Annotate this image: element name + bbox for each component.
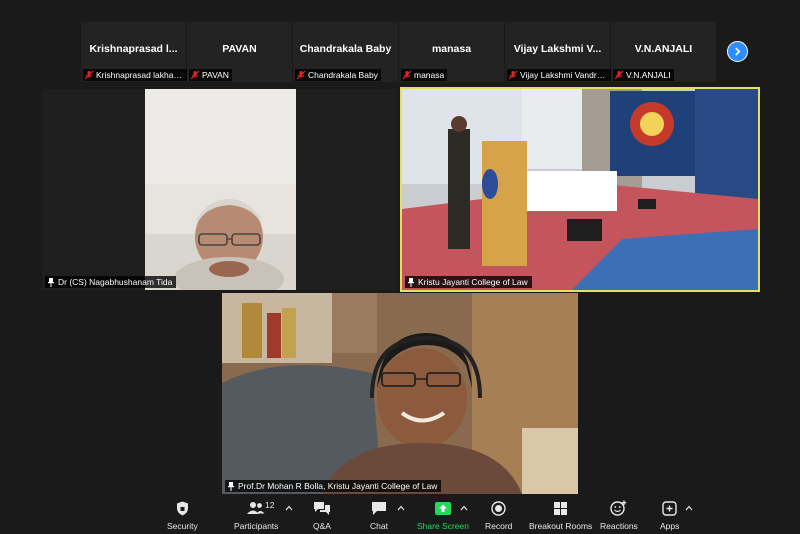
apps-label: Apps	[660, 521, 680, 531]
pin-icon	[408, 277, 414, 287]
pin-icon	[48, 277, 54, 287]
participant-name: PAVAN	[222, 43, 257, 55]
video-label-text: Dr (CS) Nagabhushanam Tida	[58, 277, 173, 287]
participant-video	[402, 89, 758, 290]
participant-tag: Krishnaprasad lakhan...	[83, 69, 187, 81]
record-label: Record	[485, 521, 513, 531]
participant-tag: PAVAN	[189, 69, 232, 81]
participant-tag-label: V.N.ANJALI	[626, 70, 671, 80]
apps-icon	[662, 500, 677, 516]
apps-button[interactable]: Apps	[660, 500, 679, 531]
reactions-label: Reactions	[600, 521, 638, 531]
breakout-rooms-label: Breakout Rooms	[529, 521, 593, 531]
video-tile[interactable]: Prof.Dr Mohan R Bolla, Kristu Jayanti Co…	[222, 293, 578, 494]
qa-icon	[314, 501, 330, 515]
video-tile[interactable]: Dr (CS) Nagabhushanam Tida	[42, 89, 397, 290]
reactions-button[interactable]: Reactions	[600, 500, 638, 531]
video-label: Prof.Dr Mohan R Bolla, Kristu Jayanti Co…	[225, 480, 442, 492]
participant-thumbnail[interactable]: Krishnaprasad l... Krishnaprasad lakhan.…	[81, 22, 187, 82]
qa-label: Q&A	[313, 521, 331, 531]
qa-button[interactable]: Q&A	[313, 500, 331, 531]
participants-icon	[247, 502, 265, 514]
participant-thumbnail[interactable]: V.N.ANJALI V.N.ANJALI	[611, 22, 716, 82]
participant-tag-label: PAVAN	[202, 70, 229, 80]
video-label: Kristu Jayanti College of Law	[405, 276, 532, 288]
chevron-right-icon	[735, 47, 741, 56]
participant-thumbnail[interactable]: PAVAN PAVAN	[187, 22, 292, 82]
participant-tag-label: manasa	[414, 70, 445, 80]
muted-mic-icon	[614, 70, 624, 80]
participant-name: V.N.ANJALI	[634, 43, 693, 55]
participant-name: Krishnaprasad l...	[89, 43, 178, 55]
participant-thumbnail[interactable]: manasa manasa	[399, 22, 504, 82]
breakout-rooms-icon	[554, 501, 568, 515]
participant-tag-label: Vijay Lakshmi Vandra...	[520, 70, 608, 80]
participant-tag: Vijay Lakshmi Vandra...	[507, 69, 611, 81]
shield-icon	[176, 501, 188, 515]
chat-options-caret-icon[interactable]	[397, 505, 405, 511]
chat-label: Chat	[370, 521, 388, 531]
participant-name: Vijay Lakshmi V...	[513, 43, 602, 55]
participant-tag: V.N.ANJALI	[613, 69, 674, 81]
chat-icon	[372, 501, 386, 515]
participant-tag-label: Krishnaprasad lakhan...	[96, 70, 184, 80]
muted-mic-icon	[84, 70, 94, 80]
next-page-button[interactable]	[727, 41, 748, 62]
participant-tag: Chandrakala Baby	[295, 69, 381, 81]
participant-video	[222, 293, 578, 494]
muted-mic-icon	[508, 70, 518, 80]
video-label: Dr (CS) Nagabhushanam Tida	[45, 276, 177, 288]
participants-label: Participants	[234, 521, 279, 531]
participant-name: manasa	[431, 43, 472, 55]
participant-tag-label: Chandrakala Baby	[308, 70, 378, 80]
muted-mic-icon	[296, 70, 306, 80]
breakout-rooms-button[interactable]: Breakout Rooms	[529, 500, 592, 531]
participant-tag: manasa	[401, 69, 448, 81]
participant-thumbnail[interactable]: Chandrakala Baby Chandrakala Baby	[293, 22, 398, 82]
video-label-text: Kristu Jayanti College of Law	[418, 277, 528, 287]
security-button[interactable]: Security	[167, 500, 198, 531]
apps-options-caret-icon[interactable]	[685, 505, 693, 511]
share-screen-label: Share Screen	[417, 521, 469, 531]
record-icon	[491, 500, 506, 516]
muted-mic-icon	[402, 70, 412, 80]
participants-options-caret-icon[interactable]	[285, 505, 293, 511]
participant-video	[42, 89, 397, 290]
chat-button[interactable]: Chat	[370, 500, 388, 531]
record-button[interactable]: Record	[485, 500, 512, 531]
participant-name: Chandrakala Baby	[299, 43, 392, 55]
participant-thumbnail[interactable]: Vijay Lakshmi V... Vijay Lakshmi Vandra.…	[505, 22, 611, 82]
pin-icon	[228, 481, 234, 491]
video-label-text: Prof.Dr Mohan R Bolla, Kristu Jayanti Co…	[238, 481, 438, 491]
reactions-icon	[610, 500, 627, 516]
muted-mic-icon	[190, 70, 200, 80]
participant-strip: Krishnaprasad l... Krishnaprasad lakhan.…	[81, 22, 716, 82]
security-label: Security	[167, 521, 198, 531]
share-screen-icon	[434, 501, 451, 515]
meeting-toolbar: Security Participants 12 Q&A Chat Share …	[0, 497, 800, 534]
participants-count: 12	[265, 500, 275, 510]
share-options-caret-icon[interactable]	[460, 505, 468, 511]
video-tile-active-speaker[interactable]: Kristu Jayanti College of Law	[400, 87, 760, 292]
